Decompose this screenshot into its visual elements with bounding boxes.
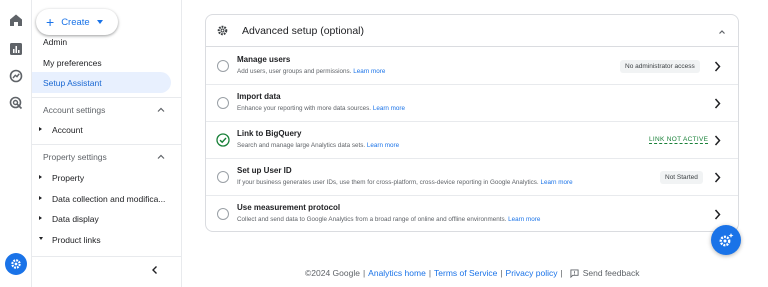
row-description: If your business generates user IDs, use… (237, 179, 573, 186)
learn-more-link[interactable]: Learn more (508, 216, 540, 223)
footer-separator: | (428, 268, 432, 278)
gear-icon (217, 25, 228, 36)
nav-item-property[interactable]: Property (52, 173, 84, 183)
settings-gear-icon[interactable] (5, 253, 27, 275)
collapse-left-icon[interactable] (150, 265, 160, 275)
link-status-text[interactable]: LINK NOT ACTIVE (649, 136, 709, 144)
footer-separator: | (500, 268, 503, 278)
learn-more-link[interactable]: Learn more (367, 142, 399, 149)
expand-right-icon (39, 216, 42, 220)
chevron-up-icon[interactable] (718, 28, 726, 36)
status-badge: No administrator access (620, 60, 700, 73)
terms-of-service-link[interactable]: Terms of Service (434, 268, 497, 278)
expand-right-icon (39, 127, 42, 131)
divider (32, 256, 182, 257)
learn-more-link[interactable]: Learn more (373, 105, 405, 112)
analytics-home-link[interactable]: Analytics home (368, 268, 426, 278)
page-footer: ©2024 Google | Analytics home | Terms of… (305, 268, 639, 278)
chevron-right-icon[interactable] (714, 61, 721, 72)
create-button[interactable]: + Create (36, 9, 118, 35)
feedback-icon (570, 268, 579, 278)
row-description: Search and manage large Analytics data s… (237, 142, 399, 149)
advertising-icon[interactable] (8, 95, 24, 111)
footer-separator: | (362, 268, 366, 278)
chevron-up-icon[interactable] (157, 106, 165, 114)
setup-row-manage-users[interactable]: Manage users Add users, user groups and … (206, 48, 738, 85)
row-description: Enhance your reporting with more data so… (237, 105, 405, 112)
chevron-right-icon[interactable] (714, 209, 721, 220)
chevron-right-icon[interactable] (714, 98, 721, 109)
check-circle-icon (216, 133, 230, 147)
account-settings-header[interactable]: Account settings (43, 105, 105, 115)
nav-item-admin[interactable]: Admin (43, 37, 67, 47)
insights-fab-button[interactable] (711, 225, 741, 255)
row-description-text: Search and manage large Analytics data s… (237, 142, 366, 149)
left-rail (0, 0, 32, 287)
expand-right-icon (39, 175, 42, 179)
create-label: Create (61, 16, 90, 28)
incomplete-circle-icon (217, 208, 229, 220)
row-title: Link to BigQuery (237, 129, 302, 138)
row-title: Import data (237, 92, 281, 101)
row-description-text: Enhance your reporting with more data so… (237, 105, 372, 112)
nav-item-data-display[interactable]: Data display (52, 214, 99, 224)
nav-item-my-preferences[interactable]: My preferences (43, 58, 102, 68)
row-title: Use measurement protocol (237, 203, 341, 212)
caret-down-icon (96, 20, 103, 24)
incomplete-circle-icon (217, 171, 229, 183)
row-title: Manage users (237, 55, 291, 64)
expand-down-icon (39, 237, 43, 240)
row-description: Add users, user groups and permissions. … (237, 68, 385, 75)
card-title: Advanced setup (optional) (242, 25, 364, 37)
advanced-setup-card: Advanced setup (optional) Manage users A… (205, 14, 739, 232)
admin-nav-panel: + Create Admin My preferences Setup Assi… (32, 0, 182, 287)
row-description: Collect and send data to Google Analytic… (237, 216, 540, 223)
nav-item-account[interactable]: Account (52, 125, 83, 135)
property-settings-header[interactable]: Property settings (43, 152, 107, 162)
expand-right-icon (39, 196, 42, 200)
incomplete-circle-icon (217, 97, 229, 109)
home-icon[interactable] (8, 12, 24, 28)
chevron-right-icon[interactable] (714, 172, 721, 183)
copyright-text: ©2024 Google (305, 268, 360, 278)
chevron-up-icon[interactable] (157, 153, 165, 161)
status-badge: Not Started (660, 171, 703, 184)
explore-icon[interactable] (8, 68, 24, 84)
divider (32, 144, 182, 145)
row-description-text: Collect and send data to Google Analytic… (237, 216, 507, 223)
nav-item-setup-assistant[interactable]: Setup Assistant (32, 72, 171, 93)
nav-item-product-links[interactable]: Product links (52, 235, 101, 245)
row-description-text: Add users, user groups and permissions. (237, 68, 352, 75)
setup-row-measurement-protocol[interactable]: Use measurement protocol Collect and sen… (206, 196, 738, 233)
sparkle-gear-icon (719, 233, 734, 247)
setup-row-bigquery[interactable]: Link to BigQuery Search and manage large… (206, 122, 738, 159)
nav-item-data-collection[interactable]: Data collection and modifica... (52, 194, 165, 204)
card-header[interactable]: Advanced setup (optional) (206, 15, 738, 47)
row-description-text: If your business generates user IDs, use… (237, 179, 539, 186)
chevron-right-icon[interactable] (714, 135, 721, 146)
setup-row-import-data[interactable]: Import data Enhance your reporting with … (206, 85, 738, 122)
footer-separator: | (560, 268, 563, 278)
row-title: Set up User ID (237, 166, 292, 175)
divider (32, 97, 182, 98)
learn-more-link[interactable]: Learn more (540, 179, 572, 186)
nav-item-label: Setup Assistant (43, 78, 102, 88)
send-feedback-link[interactable]: Send feedback (583, 268, 640, 278)
privacy-policy-link[interactable]: Privacy policy (506, 268, 558, 278)
setup-row-user-id[interactable]: Set up User ID If your business generate… (206, 159, 738, 196)
reports-icon[interactable] (8, 41, 24, 57)
incomplete-circle-icon (217, 60, 229, 72)
learn-more-link[interactable]: Learn more (353, 68, 385, 75)
plus-icon: + (46, 14, 55, 30)
